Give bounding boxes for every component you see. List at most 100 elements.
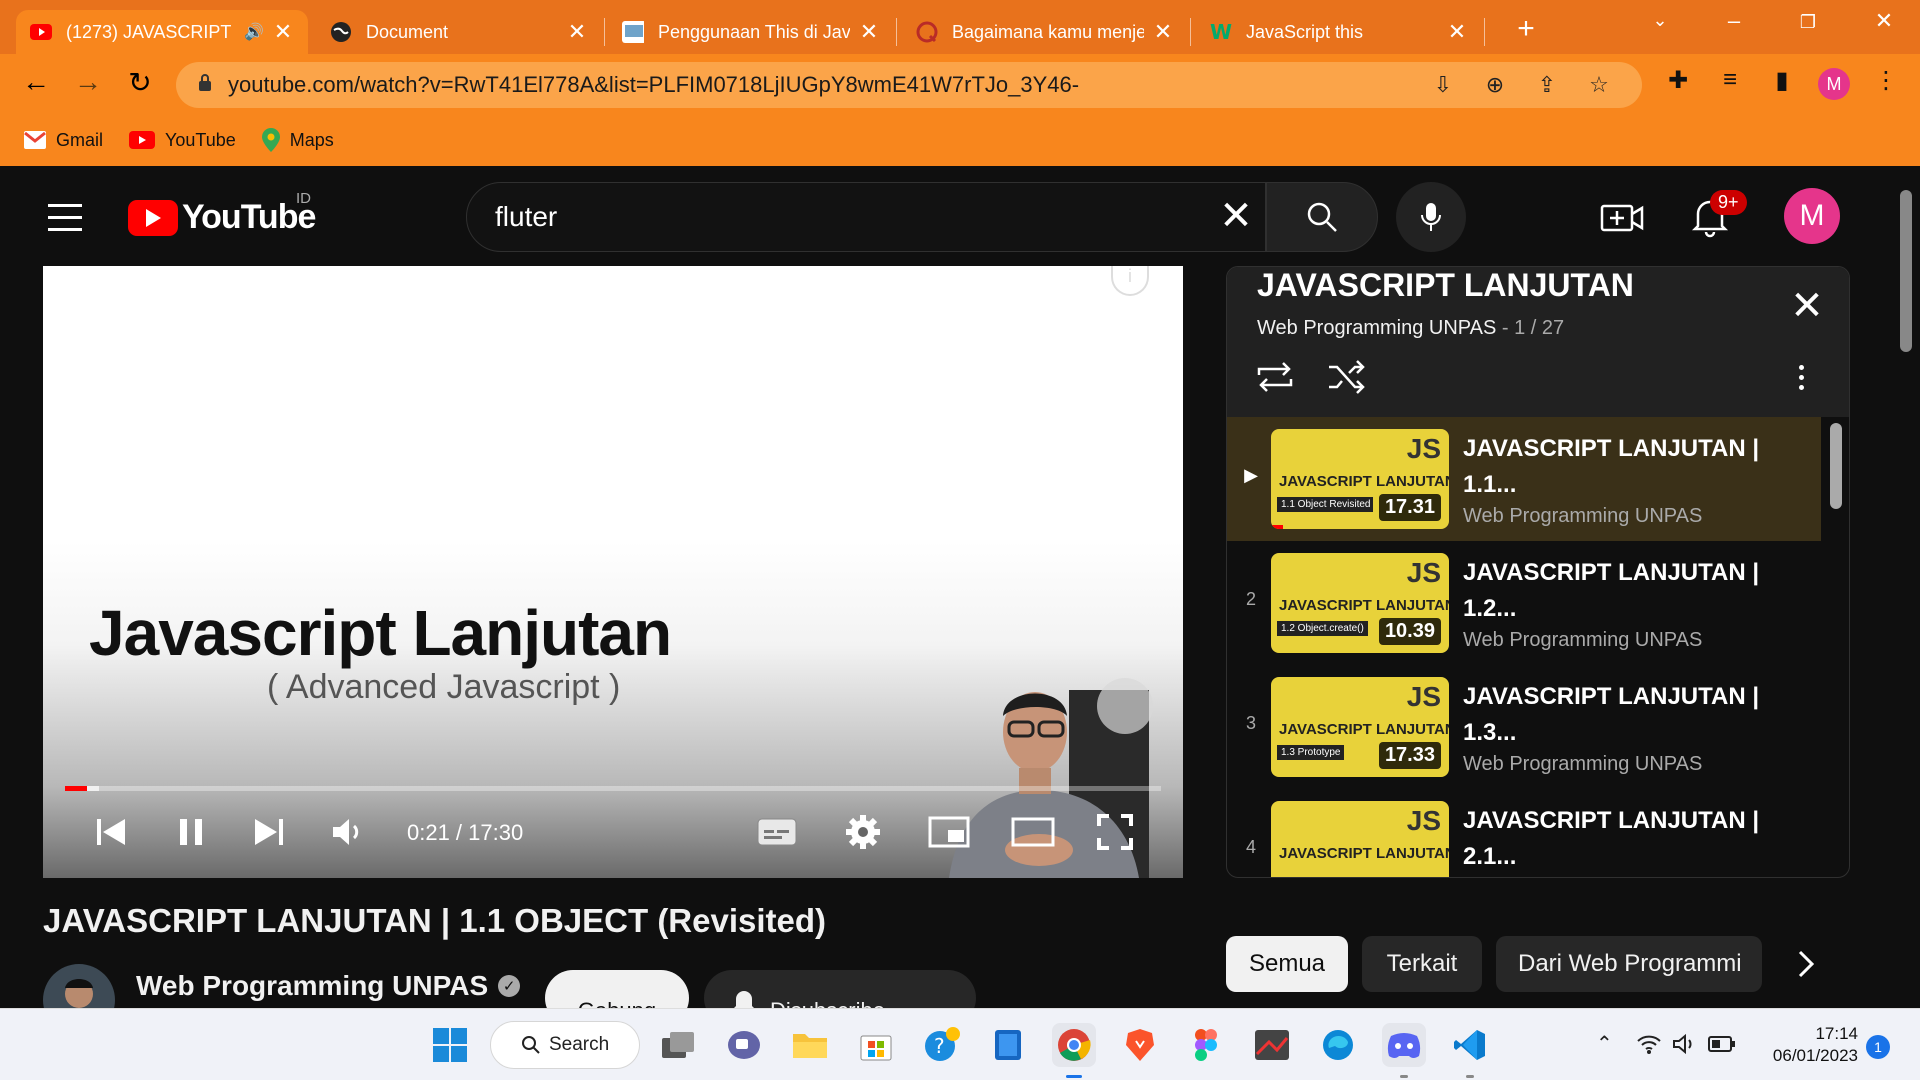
bookmark-maps[interactable]: Maps bbox=[261, 128, 334, 152]
playlist-scrollbar[interactable] bbox=[1830, 423, 1842, 509]
install-app-icon[interactable]: ⇩ bbox=[1428, 72, 1458, 98]
side-panel-icon[interactable]: ▮ bbox=[1764, 66, 1800, 95]
figma-icon[interactable] bbox=[1184, 1023, 1228, 1067]
site-icon bbox=[622, 21, 644, 43]
notification-center-badge[interactable]: 1 bbox=[1866, 1035, 1890, 1059]
microsoft-store-icon[interactable] bbox=[854, 1023, 898, 1067]
volume-icon bbox=[333, 819, 359, 845]
share-icon[interactable]: ⇪ bbox=[1532, 72, 1562, 98]
previous-button[interactable] bbox=[91, 812, 131, 852]
tab-youtube[interactable]: (1273) JAVASCRIPT 🔊 ✕ bbox=[16, 10, 308, 54]
taskbar-clock[interactable]: 17:14 06/01/2023 bbox=[1752, 1023, 1858, 1067]
extensions-icon[interactable]: ✚ bbox=[1660, 66, 1696, 95]
windows-start-icon[interactable] bbox=[428, 1023, 472, 1067]
video-player[interactable]: i Javascript Lanjutan ( Advanced Javascr… bbox=[43, 266, 1183, 878]
taskbar-search[interactable]: Search bbox=[490, 1021, 640, 1069]
speaker-icon[interactable]: 🔊 bbox=[244, 22, 264, 42]
search-query: fluter bbox=[495, 201, 558, 232]
video-thumbnail: JS JAVASCRIPT LANJUTAN bbox=[1271, 801, 1449, 877]
chip-dari-web-programming[interactable]: Dari Web Programmi bbox=[1496, 936, 1762, 992]
create-video-icon[interactable] bbox=[1600, 196, 1644, 240]
theater-mode-button[interactable] bbox=[1009, 812, 1057, 852]
playlist-item[interactable]: ▶ JS JAVASCRIPT LANJUTAN 1.1 Object Revi… bbox=[1227, 417, 1821, 541]
search-button[interactable] bbox=[1266, 182, 1378, 252]
loop-icon[interactable] bbox=[1255, 359, 1295, 395]
forward-button[interactable]: → bbox=[70, 66, 106, 98]
video-thumbnail: JS JAVASCRIPT LANJUTAN 1.3 Prototype 17.… bbox=[1271, 677, 1449, 777]
miniplayer-button[interactable] bbox=[925, 812, 973, 852]
tray-chevron-up-icon[interactable]: ⌃ bbox=[1596, 1031, 1613, 1056]
edge-icon[interactable] bbox=[1316, 1023, 1360, 1067]
chip-semua[interactable]: Semua bbox=[1226, 936, 1348, 992]
close-tab-icon[interactable]: ✕ bbox=[1446, 19, 1468, 45]
fullscreen-button[interactable] bbox=[1095, 812, 1135, 852]
bookmark-youtube[interactable]: YouTube bbox=[129, 130, 236, 151]
back-button[interactable]: ← bbox=[18, 66, 54, 98]
battery-icon[interactable] bbox=[1708, 1035, 1736, 1053]
close-window-button[interactable]: ✕ bbox=[1864, 8, 1904, 34]
address-bar[interactable]: youtube.com/watch?v=RwT41El778A&list=PLF… bbox=[176, 62, 1642, 108]
gear-icon bbox=[846, 815, 880, 849]
menu-icon[interactable] bbox=[48, 204, 82, 240]
settings-button[interactable] bbox=[841, 812, 885, 852]
subtitles-button[interactable] bbox=[755, 812, 799, 852]
task-view-icon[interactable] bbox=[656, 1023, 700, 1067]
close-playlist-icon[interactable]: ✕ bbox=[1787, 283, 1827, 329]
menu-kebab-icon[interactable]: ⋮ bbox=[1868, 66, 1904, 95]
teams-chat-icon[interactable] bbox=[722, 1023, 766, 1067]
bookmark-star-icon[interactable]: ☆ bbox=[1584, 72, 1614, 98]
playlist-panel: JAVASCRIPT LANJUTAN Web Programming UNPA… bbox=[1226, 266, 1850, 878]
wifi-icon[interactable] bbox=[1636, 1033, 1662, 1055]
playlist-item[interactable]: 4 JS JAVASCRIPT LANJUTAN JAVASCRIPT LANJ… bbox=[1227, 789, 1821, 877]
restore-button[interactable]: ❐ bbox=[1788, 12, 1828, 33]
playlist-title[interactable]: JAVASCRIPT LANJUTAN bbox=[1257, 267, 1634, 304]
tab-document[interactable]: Document ✕ bbox=[316, 10, 602, 54]
chevron-right-icon[interactable] bbox=[1786, 944, 1826, 984]
next-button[interactable] bbox=[249, 812, 289, 852]
bookmark-label: YouTube bbox=[165, 129, 236, 150]
minimize-button[interactable]: – bbox=[1714, 8, 1754, 34]
time-display: 0:21 / 17:30 bbox=[407, 820, 524, 845]
close-tab-icon[interactable]: ✕ bbox=[858, 19, 880, 45]
search-input[interactable]: fluter bbox=[466, 182, 1266, 252]
new-tab-button[interactable]: + bbox=[1508, 12, 1544, 46]
profile-avatar[interactable]: M bbox=[1818, 68, 1850, 100]
reload-button[interactable]: ↻ bbox=[122, 66, 158, 99]
app-blue-icon[interactable] bbox=[986, 1023, 1030, 1067]
speaker-icon[interactable] bbox=[1672, 1033, 1696, 1055]
voice-search-button[interactable] bbox=[1396, 182, 1466, 252]
pause-button[interactable] bbox=[171, 812, 211, 852]
playlist-more-icon[interactable] bbox=[1799, 365, 1807, 395]
playlist-item[interactable]: 2 JS JAVASCRIPT LANJUTAN 1.2 Object.crea… bbox=[1227, 541, 1821, 665]
volume-button[interactable] bbox=[329, 812, 369, 852]
discord-icon[interactable] bbox=[1382, 1023, 1426, 1067]
youtube-logo[interactable]: YouTube ID bbox=[128, 190, 316, 237]
chrome-icon[interactable] bbox=[1052, 1023, 1096, 1067]
tab-penggunaan-this[interactable]: Penggunaan This di Java ✕ bbox=[608, 10, 894, 54]
video-title: JAVASCRIPT LANJUTAN | 1.1 OBJECT (Revisi… bbox=[43, 902, 827, 939]
close-tab-icon[interactable]: ✕ bbox=[1152, 19, 1174, 45]
progress-bar[interactable] bbox=[65, 786, 1161, 791]
shuffle-icon[interactable] bbox=[1327, 359, 1367, 395]
channel-name[interactable]: Web Programming UNPAS ✓ bbox=[136, 970, 521, 1002]
playlist-item[interactable]: 3 JS JAVASCRIPT LANJUTAN 1.3 Prototype 1… bbox=[1227, 665, 1821, 789]
file-explorer-icon[interactable] bbox=[788, 1023, 832, 1067]
brave-icon[interactable] bbox=[1118, 1023, 1162, 1067]
close-tab-icon[interactable]: ✕ bbox=[566, 19, 588, 45]
chip-terkait[interactable]: Terkait bbox=[1362, 936, 1482, 992]
zoom-icon[interactable]: ⊕ bbox=[1480, 72, 1510, 98]
bookmark-gmail[interactable]: Gmail bbox=[24, 130, 103, 151]
tab-search-chevron-icon[interactable]: ⌄ bbox=[1640, 10, 1680, 31]
account-avatar[interactable]: M bbox=[1784, 188, 1840, 244]
close-tab-icon[interactable]: ✕ bbox=[272, 19, 294, 45]
tab-quora[interactable]: Bagaimana kamu menje ✕ bbox=[902, 10, 1188, 54]
media-control-icon[interactable]: ≡ bbox=[1712, 66, 1748, 94]
clear-search-icon[interactable]: ✕ bbox=[1216, 194, 1256, 238]
info-icon[interactable]: i bbox=[1111, 266, 1149, 296]
vscode-icon[interactable] bbox=[1448, 1023, 1492, 1067]
page-scrollbar[interactable] bbox=[1900, 190, 1912, 352]
playlist-owner[interactable]: Web Programming UNPAS bbox=[1257, 317, 1496, 339]
photo-app-icon[interactable] bbox=[1250, 1023, 1294, 1067]
tab-w3schools[interactable]: W JavaScript this ✕ bbox=[1196, 10, 1482, 54]
help-icon[interactable]: ? bbox=[920, 1023, 964, 1067]
